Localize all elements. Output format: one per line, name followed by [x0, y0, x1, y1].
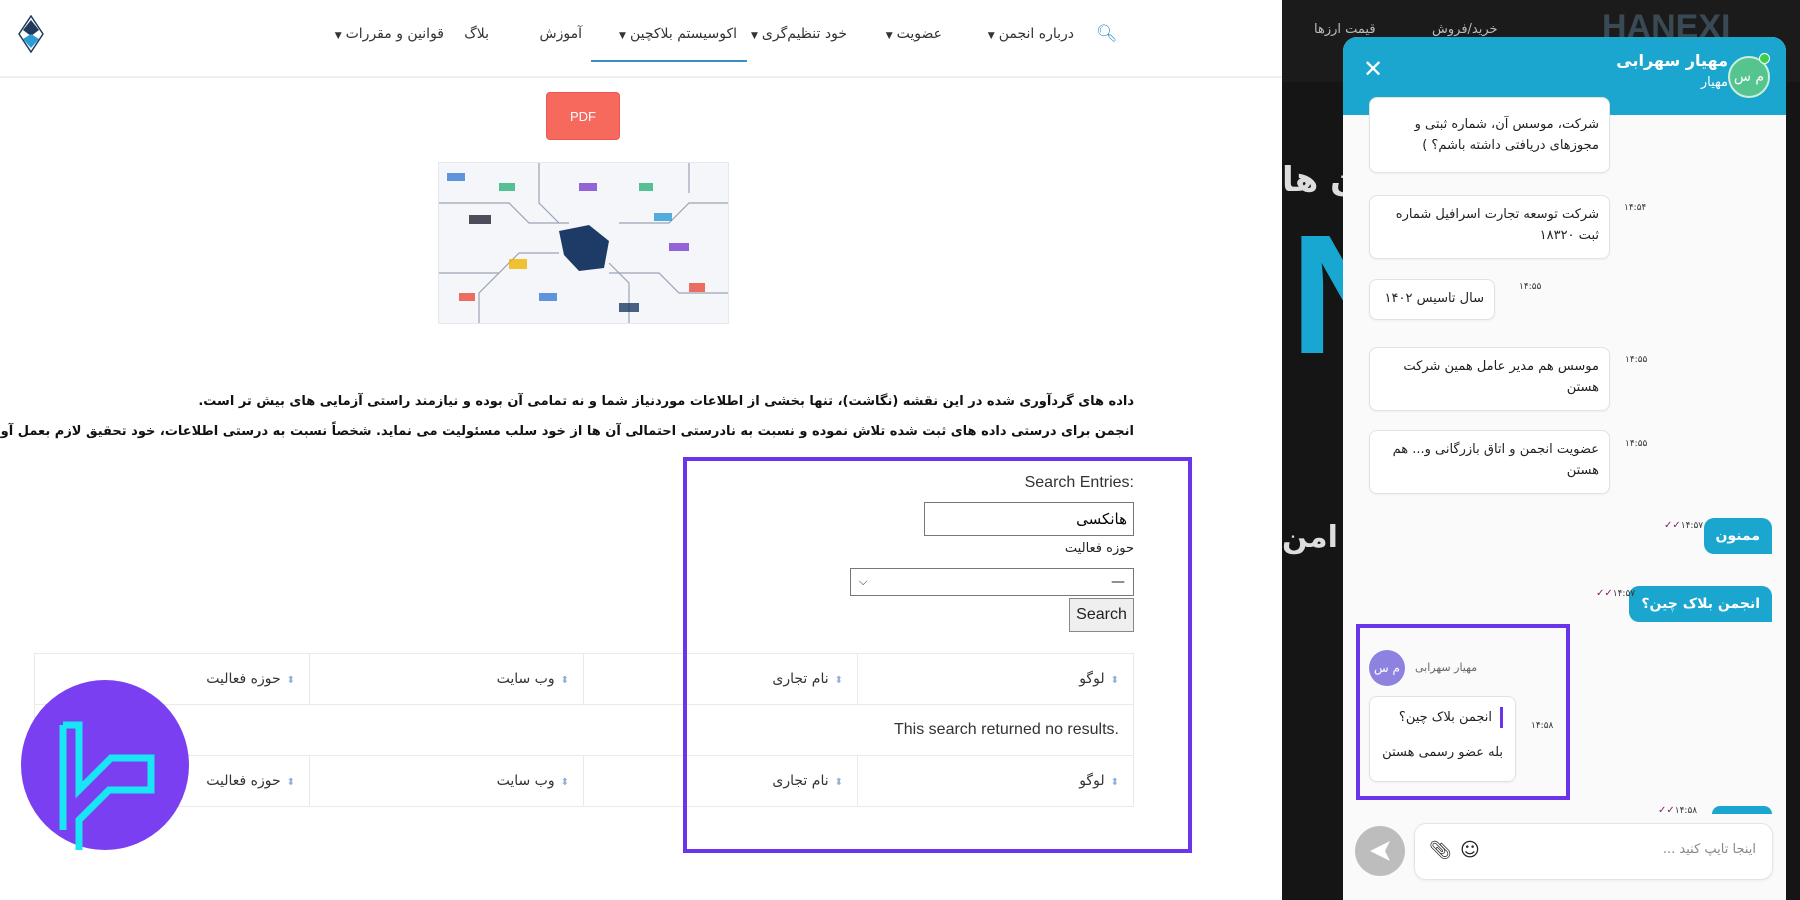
- message-time: ۱۴:۵۵: [1519, 282, 1542, 292]
- message-time: ✓✓۱۴:۵۷: [1664, 520, 1704, 531]
- quoted-message: انجمن بلاک چین؟: [1382, 707, 1503, 728]
- caret-down-icon: ▼: [334, 31, 342, 41]
- nav-blog[interactable]: بلاگ: [464, 26, 489, 42]
- sort-icon: ⬍: [560, 675, 569, 686]
- nav-blockchain-ecosystem[interactable]: اکوسیستم بلاکچین▼: [619, 26, 737, 42]
- blockchain-ecosystem-map-image[interactable]: [438, 162, 729, 324]
- highlight-box-search: [683, 457, 1192, 853]
- emoji-icon[interactable]: ☺: [1460, 839, 1480, 861]
- column-footer-website[interactable]: ⬍وب سایت: [309, 755, 584, 807]
- message-bubble: عضویت انجمن و اتاق بازرگانی و... هم هستن: [1369, 430, 1610, 494]
- message-placeholder: اینجا تایپ کنید ...: [1662, 842, 1756, 857]
- nav-about[interactable]: درباره انجمن▼: [988, 26, 1074, 42]
- chat-widget: ✕ مهیار سهرابی مهیار م س شرکت، موسس آن، …: [1343, 37, 1786, 900]
- caret-down-icon: ▼: [751, 31, 758, 41]
- bg-hero-text-2: امن: [1282, 520, 1338, 555]
- column-header-website[interactable]: ⬍وب سایت: [309, 653, 584, 705]
- pdf-button[interactable]: PDF: [546, 92, 620, 140]
- message-time: ۱۴:۵۴: [1624, 203, 1647, 213]
- search-icon[interactable]: 🔍︎: [1096, 24, 1118, 44]
- message-bubble: موسس هم مدیر عامل همین شرکت هستن: [1369, 347, 1610, 411]
- watermark-logo: [21, 680, 189, 850]
- message-time: ۱۴:۵۵: [1625, 355, 1648, 365]
- nav-rules[interactable]: قوانین و مقررات▼: [335, 26, 444, 42]
- sent-message-bubble: ممنون: [1703, 518, 1772, 554]
- message-text: بله عضو رسمی هستن: [1382, 745, 1503, 760]
- nav-membership[interactable]: عضویت▼: [886, 26, 942, 42]
- reply-message-bubble: انجمن بلاک چین؟ بله عضو رسمی هستن: [1369, 696, 1516, 782]
- sent-message-bubble: [1712, 806, 1772, 814]
- double-check-icon: ✓✓: [1664, 520, 1681, 531]
- nav-self-regulation[interactable]: خود تنظیم‌گری▼: [751, 26, 847, 42]
- caret-down-icon: ▼: [885, 31, 893, 41]
- message-input[interactable]: 📎︎ ☺ اینجا تایپ کنید ...: [1414, 823, 1773, 880]
- sent-message-bubble: انجمن بلاک چین؟: [1629, 586, 1772, 622]
- online-status-dot: [1759, 53, 1770, 64]
- sort-icon: ⬍: [286, 777, 295, 788]
- sort-icon: ⬍: [560, 777, 569, 788]
- message-time: ۱۴:۵۵: [1625, 439, 1648, 449]
- close-icon[interactable]: ✕: [1363, 55, 1383, 83]
- top-nav: 🔍︎ درباره انجمن▼ عضویت▼ خود تنظیم‌گری▼ ا…: [0, 0, 1282, 78]
- agent-name: مهیار سهرابی: [1616, 51, 1728, 70]
- message-bubble: شرکت توسعه تجارت اسرافیل شماره ثبت ۱۸۳۲۰: [1369, 195, 1610, 259]
- message-bubble: شرکت، موسس آن، شماره ثبتی و مجوزهای دریا…: [1369, 97, 1610, 173]
- send-button[interactable]: [1355, 826, 1405, 876]
- attachment-icon[interactable]: 📎︎: [1429, 840, 1452, 861]
- disclaimer-line-1: داده های گردآوری شده در این نقشه (نگاشت)…: [198, 394, 1134, 409]
- bg-nav-buy-sell: خرید/فروش: [1432, 22, 1498, 37]
- sender-avatar: م س: [1369, 650, 1405, 686]
- site-logo[interactable]: [18, 15, 44, 53]
- active-nav-underline: [591, 60, 747, 62]
- caret-down-icon: ▼: [619, 31, 626, 41]
- message-time: ✓✓۱۴:۵۷: [1596, 588, 1636, 599]
- message-time: ۱۴:۵۸: [1531, 721, 1554, 731]
- sort-icon: ⬍: [286, 675, 295, 686]
- nav-education[interactable]: آموزش: [540, 26, 582, 42]
- main-site: 🔍︎ درباره انجمن▼ عضویت▼ خود تنظیم‌گری▼ ا…: [0, 0, 1282, 900]
- double-check-icon: ✓✓: [1596, 588, 1613, 599]
- agent-subtitle: مهیار: [1700, 75, 1728, 90]
- send-icon: [1370, 841, 1390, 861]
- disclaimer-line-2: انجمن برای درستی داده های ثبت شده تلاش ن…: [0, 424, 1134, 439]
- message-bubble: سال تاسیس ۱۴۰۲: [1369, 279, 1495, 320]
- bg-nav-prices: قیمت ارزها: [1314, 22, 1376, 37]
- caret-down-icon: ▼: [987, 31, 995, 41]
- sender-name: مهیار سهرابی: [1415, 661, 1478, 674]
